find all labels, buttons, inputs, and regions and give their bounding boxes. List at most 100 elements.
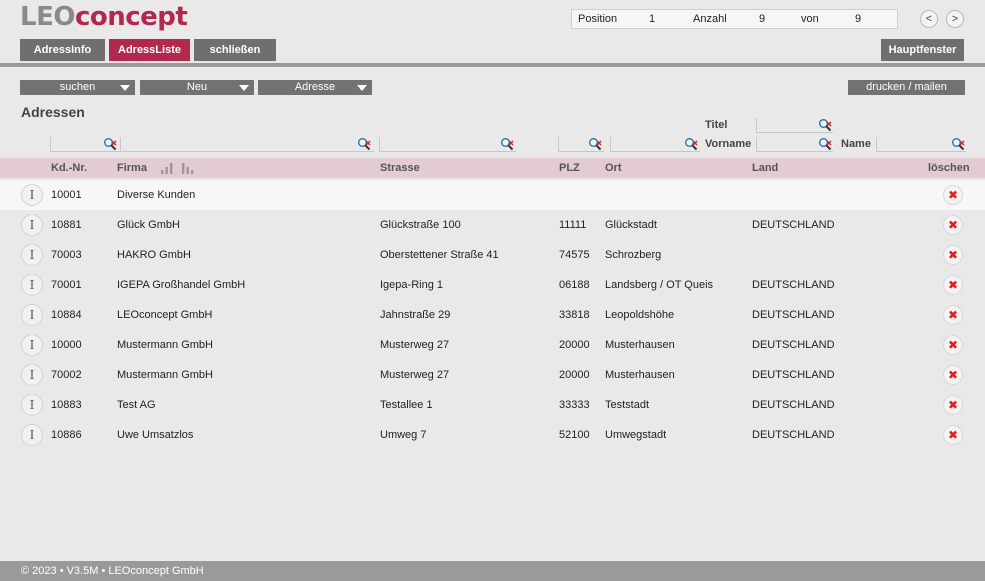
close-tab-button[interactable]: schließen — [194, 39, 276, 61]
column-strasse[interactable]: Strasse — [380, 162, 420, 174]
address-dropdown-button[interactable]: Adresse — [258, 80, 372, 95]
cell-ort: Musterhausen — [605, 369, 675, 381]
cell-firma: Uwe Umsatzlos — [117, 429, 194, 441]
filter-name-label: Name — [841, 138, 871, 150]
table-row[interactable]: I 10881 Glück GmbH Glückstraße 100 11111 Glüc… — [0, 210, 985, 240]
main-window-button[interactable]: Hauptfenster — [881, 39, 964, 61]
cell-plz: 06188 — [559, 279, 590, 291]
table-header: Kd.-Nr. Firma Strasse PLZ Ort Land lösch… — [0, 158, 985, 178]
info-icon[interactable]: I — [21, 274, 43, 296]
info-icon[interactable]: I — [21, 214, 43, 236]
cell-ort: Landsberg / OT Queis — [605, 279, 714, 291]
cell-kdnr: 10001 — [51, 189, 82, 201]
cell-kdnr: 10000 — [51, 339, 82, 351]
table-row[interactable]: I 70001 IGEPA Großhandel GmbH Igepa-Ring 1 0… — [0, 270, 985, 300]
info-icon[interactable]: I — [21, 364, 43, 386]
cell-plz: 33818 — [559, 309, 590, 321]
cell-kdnr: 10884 — [51, 309, 82, 321]
chevron-down-icon — [357, 85, 367, 91]
table-row[interactable]: I 10886 Uwe Umsatzlos Umweg 7 52100 Umwegstad… — [0, 420, 985, 450]
footer: © 2023 • V3.5M • LEOconcept GmbH — [0, 561, 985, 581]
of-value: 9 — [855, 13, 862, 25]
cell-ort: Leopoldshöhe — [605, 309, 675, 321]
cell-land: DEUTSCHLAND — [752, 219, 835, 231]
delete-icon[interactable]: ✖ — [943, 425, 963, 445]
cell-firma: Mustermann GmbH — [117, 369, 213, 381]
info-icon[interactable]: I — [21, 334, 43, 356]
prev-record-button[interactable]: < — [920, 10, 938, 28]
search-icon[interactable] — [500, 137, 514, 151]
info-icon[interactable]: I — [21, 304, 43, 326]
delete-icon[interactable]: ✖ — [943, 245, 963, 265]
table-row[interactable]: I 10884 LEOconcept GmbH Jahnstraße 29 33818 L… — [0, 300, 985, 330]
search-icon[interactable] — [684, 137, 698, 151]
info-icon[interactable]: I — [21, 424, 43, 446]
position-label: Position — [578, 13, 618, 25]
cell-strasse: Jahnstraße 29 — [380, 309, 451, 321]
cell-kdnr: 70001 — [51, 279, 82, 291]
search-icon[interactable] — [818, 118, 832, 132]
info-icon[interactable]: I — [21, 184, 43, 206]
count-value: 9 — [759, 13, 766, 25]
column-land[interactable]: Land — [752, 162, 778, 174]
column-kdnr[interactable]: Kd.-Nr. — [51, 162, 87, 174]
cell-strasse: Musterweg 27 — [380, 369, 450, 381]
cell-firma: HAKRO GmbH — [117, 249, 191, 261]
filter-firstname-label: Vorname — [705, 138, 752, 150]
new-dropdown-button[interactable]: Neu — [140, 80, 254, 95]
cell-strasse: Glückstraße 100 — [380, 219, 461, 231]
column-plz[interactable]: PLZ — [559, 162, 580, 174]
table-row[interactable]: I 10001 Diverse Kunden ✖ — [0, 180, 985, 210]
filter-strasse-input[interactable] — [379, 137, 516, 152]
column-ort[interactable]: Ort — [605, 162, 622, 174]
cell-plz: 33333 — [559, 399, 590, 411]
next-record-button[interactable]: > — [946, 10, 964, 28]
search-icon[interactable] — [103, 137, 117, 151]
cell-ort: Umwegstadt — [605, 429, 667, 441]
search-icon[interactable] — [357, 137, 371, 151]
app-logo: LEOconcept — [20, 2, 188, 32]
cell-land: DEUTSCHLAND — [752, 339, 835, 351]
print-mail-button[interactable]: drucken / mailen — [848, 80, 965, 95]
cell-ort: Glückstadt — [605, 219, 657, 231]
tab-adressliste[interactable]: AdressListe — [109, 39, 190, 61]
cell-strasse: Testallee 1 — [380, 399, 433, 411]
table-row[interactable]: I 10883 Test AG Testallee 1 33333 Teststadt DE… — [0, 390, 985, 420]
search-icon[interactable] — [951, 137, 965, 151]
info-icon[interactable]: I — [21, 394, 43, 416]
column-loeschen: löschen — [928, 162, 970, 174]
delete-icon[interactable]: ✖ — [943, 215, 963, 235]
search-icon[interactable] — [818, 137, 832, 151]
cell-firma: Test AG — [117, 399, 156, 411]
cell-plz: 20000 — [559, 339, 590, 351]
delete-icon[interactable]: ✖ — [943, 305, 963, 325]
filter-title-label: Titel — [705, 119, 728, 131]
delete-icon[interactable]: ✖ — [943, 275, 963, 295]
delete-icon[interactable]: ✖ — [943, 335, 963, 355]
search-icon[interactable] — [588, 137, 602, 151]
cell-firma: LEOconcept GmbH — [117, 309, 213, 321]
cell-kdnr: 70003 — [51, 249, 82, 261]
tab-adressinfo[interactable]: AdressInfo — [20, 39, 105, 61]
chevron-down-icon — [120, 85, 130, 91]
search-dropdown-button[interactable]: suchen — [20, 80, 135, 95]
cell-land: DEUTSCHLAND — [752, 399, 835, 411]
position-value: 1 — [649, 13, 656, 25]
cell-land: DEUTSCHLAND — [752, 309, 835, 321]
delete-icon[interactable]: ✖ — [943, 365, 963, 385]
delete-icon[interactable]: ✖ — [943, 395, 963, 415]
info-icon[interactable]: I — [21, 244, 43, 266]
column-firma[interactable]: Firma — [117, 162, 147, 174]
sort-ascending-icon[interactable] — [160, 162, 174, 174]
cell-ort: Schrozberg — [605, 249, 662, 261]
cell-plz: 20000 — [559, 369, 590, 381]
cell-firma: Diverse Kunden — [117, 189, 196, 201]
table-row[interactable]: I 10000 Mustermann GmbH Musterweg 27 20000 Mu… — [0, 330, 985, 360]
position-indicator: Position 1 Anzahl 9 von 9 — [571, 9, 898, 29]
table-row[interactable]: I 70003 HAKRO GmbH Oberstettener Straße 41 7… — [0, 240, 985, 270]
sort-descending-icon[interactable] — [181, 162, 195, 174]
cell-kdnr: 10883 — [51, 399, 82, 411]
table-row[interactable]: I 70002 Mustermann GmbH Musterweg 27 20000 Mu… — [0, 360, 985, 390]
delete-icon[interactable]: ✖ — [943, 185, 963, 205]
filter-firma-input[interactable] — [120, 137, 374, 152]
